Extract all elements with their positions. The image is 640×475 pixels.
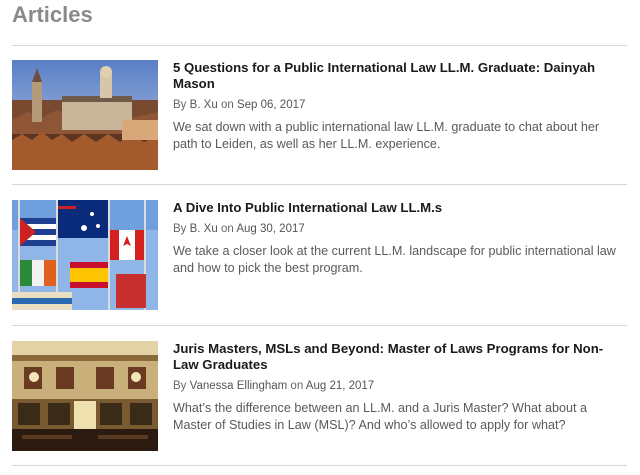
article-byline: By Vanessa Ellingham on Aug 21, 2017 bbox=[173, 379, 627, 393]
divider bbox=[12, 465, 627, 466]
article-excerpt: We take a closer look at the current LL.… bbox=[173, 244, 616, 275]
article-byline: By B. Xu on Aug 30, 2017 bbox=[173, 222, 627, 236]
author-link[interactable]: B. Xu bbox=[190, 99, 218, 111]
article-byline: By B. Xu on Sep 06, 2017 bbox=[173, 98, 627, 112]
article-title-link[interactable]: Juris Masters, MSLs and Beyond: Master o… bbox=[173, 341, 627, 373]
byline-on: on bbox=[220, 99, 234, 111]
article-thumbnail[interactable] bbox=[12, 341, 158, 451]
article-title-link[interactable]: 5 Questions for a Public International L… bbox=[173, 60, 627, 92]
byline-by: By bbox=[173, 380, 187, 392]
article-excerpt: We sat down with a public international … bbox=[173, 120, 600, 151]
author-link[interactable]: B. Xu bbox=[190, 223, 218, 235]
article-date: Aug 21, 2017 bbox=[305, 380, 375, 392]
article-content: Juris Masters, MSLs and Beyond: Master o… bbox=[173, 341, 627, 434]
divider bbox=[12, 325, 627, 326]
article-item: Juris Masters, MSLs and Beyond: Master o… bbox=[12, 341, 627, 453]
page-title: Articles bbox=[12, 2, 93, 27]
article-excerpt: What’s the difference between an LL.M. a… bbox=[173, 401, 587, 432]
articles-section: Articles 5 Questions for a Public Intern… bbox=[0, 0, 640, 475]
divider bbox=[12, 45, 627, 46]
byline-by: By bbox=[173, 223, 187, 235]
author-link[interactable]: Vanessa Ellingham bbox=[190, 380, 288, 392]
article-item: 5 Questions for a Public International L… bbox=[12, 60, 627, 172]
article-content: 5 Questions for a Public International L… bbox=[173, 60, 627, 153]
article-thumbnail[interactable] bbox=[12, 200, 158, 310]
article-thumbnail[interactable] bbox=[12, 60, 158, 170]
article-date: Sep 06, 2017 bbox=[236, 99, 306, 111]
byline-on: on bbox=[220, 223, 234, 235]
byline-on: on bbox=[290, 380, 304, 392]
article-title-link[interactable]: A Dive Into Public International Law LL.… bbox=[173, 200, 627, 216]
divider bbox=[12, 184, 627, 185]
article-date: Aug 30, 2017 bbox=[236, 223, 305, 235]
article-item: A Dive Into Public International Law LL.… bbox=[12, 200, 627, 312]
byline-by: By bbox=[173, 99, 187, 111]
article-content: A Dive Into Public International Law LL.… bbox=[173, 200, 627, 277]
